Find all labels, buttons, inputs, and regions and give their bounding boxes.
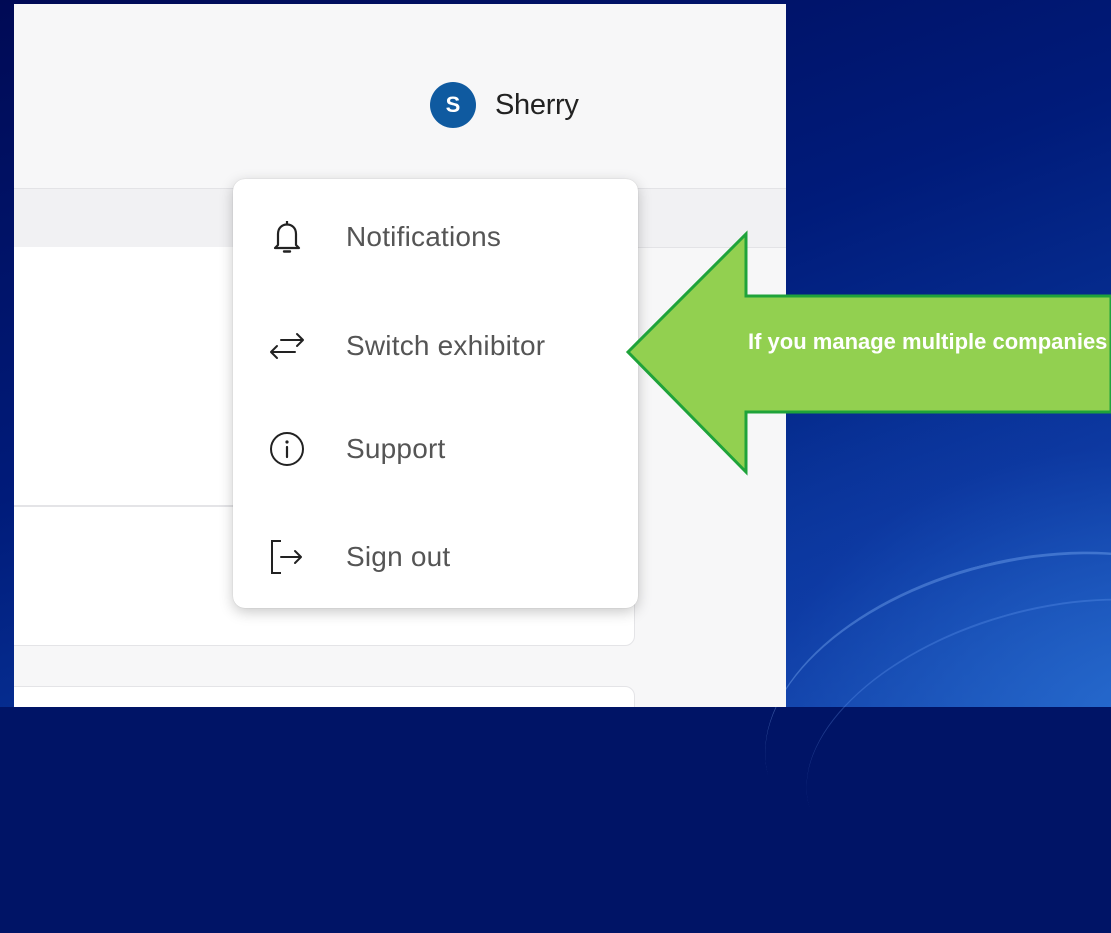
callout-text: If you manage multiple companies [748,329,1108,354]
menu-item-label: Notifications [346,221,502,252]
menu-item-label: Support [346,433,446,464]
menu-item-support[interactable]: Support [233,419,638,479]
info-icon [267,429,307,469]
menu-item-notifications[interactable]: Notifications [233,207,638,267]
menu-item-label: Switch exhibitor [346,330,546,361]
avatar-initial: S [445,92,461,117]
user-dropdown-menu: Notifications Switch exhibitor Support S… [233,179,638,608]
user-menu-trigger[interactable]: S Sherry [430,80,579,130]
sign-out-icon [267,537,307,577]
menu-item-sign-out[interactable]: Sign out [233,527,638,587]
switch-arrows-icon [267,326,307,366]
content-card [14,686,635,707]
menu-item-switch-exhibitor[interactable]: Switch exhibitor [233,316,638,376]
menu-item-label: Sign out [346,541,451,572]
bell-icon [267,217,307,257]
avatar[interactable]: S [430,82,476,128]
user-name[interactable]: Sherry [495,89,579,122]
